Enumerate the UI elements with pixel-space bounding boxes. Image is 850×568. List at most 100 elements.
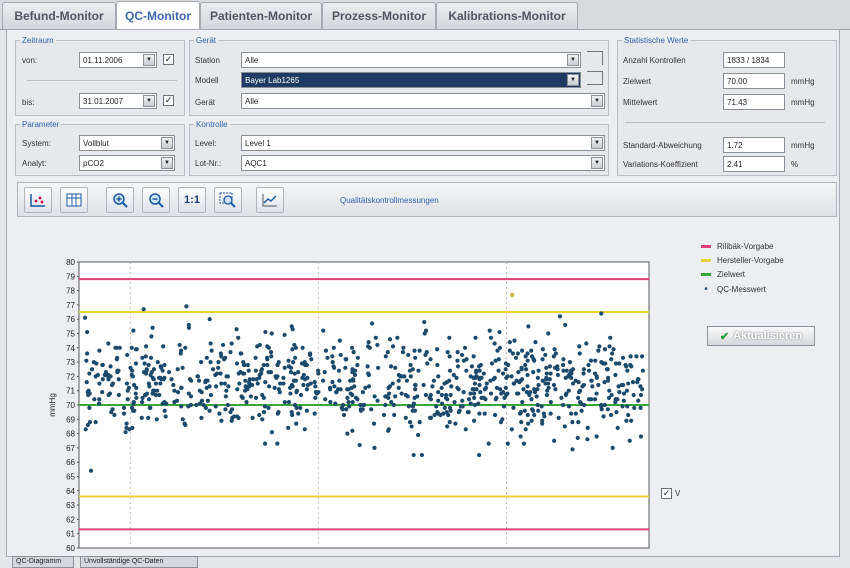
- qc-point: [125, 388, 130, 393]
- legend-swatch-ziel: [701, 273, 711, 276]
- qc-point: [294, 390, 299, 395]
- qc-point: [85, 351, 90, 356]
- qc-point: [620, 404, 625, 409]
- qc-point: [224, 374, 229, 379]
- von-checkbox[interactable]: ✓: [163, 54, 174, 65]
- qc-point: [184, 304, 189, 309]
- qc-point: [204, 355, 209, 360]
- qc-point: [268, 349, 274, 355]
- qc-point: [146, 415, 151, 420]
- qc-point: [146, 362, 151, 368]
- tab-prozess-monitor[interactable]: Prozess-Monitor: [322, 2, 436, 29]
- qc-point: [89, 367, 95, 372]
- qc-point: [346, 400, 351, 405]
- qc-point: [525, 384, 530, 389]
- chevron-down-icon[interactable]: ▼: [591, 137, 603, 149]
- qc-point: [421, 382, 426, 388]
- qc-point: [117, 345, 122, 350]
- qc-point: [589, 397, 594, 402]
- analyt-select[interactable]: pCO2 ▼: [79, 155, 175, 171]
- bottom-tab-unvollstaendige[interactable]: Unvollständige QC-Daten: [80, 556, 198, 568]
- qc-point: [265, 344, 270, 349]
- tab-patienten-monitor[interactable]: Patienten-Monitor: [200, 2, 322, 29]
- chevron-down-icon[interactable]: ▼: [567, 54, 579, 66]
- qc-point: [232, 414, 237, 419]
- chart-scatter-icon[interactable]: [24, 187, 52, 213]
- bracket-icon[interactable]: [587, 51, 603, 65]
- tab-kalibrations-monitor[interactable]: Kalibrations-Monitor: [436, 2, 578, 29]
- qc-point: [464, 368, 469, 373]
- legend-marker-qc: •: [704, 284, 708, 295]
- level-select[interactable]: Level 1 ▼: [241, 135, 605, 151]
- legend-swatch-hersteller: [701, 259, 711, 262]
- modell-select[interactable]: Bayer Lab1265 ▼: [241, 72, 581, 88]
- table-icon[interactable]: [60, 187, 88, 213]
- chevron-down-icon[interactable]: ▼: [591, 95, 603, 107]
- bracket-icon[interactable]: [587, 71, 603, 85]
- bis-date-field[interactable]: 31.01.2007 ▼: [79, 93, 157, 109]
- qc-point: [626, 381, 631, 386]
- qc-point: [476, 452, 482, 458]
- tab-qc-monitor[interactable]: QC-Monitor: [116, 1, 200, 29]
- divider: [625, 122, 825, 123]
- bottom-tab-qc-diagramm[interactable]: QC-Diagramm: [12, 556, 74, 568]
- aktualisieren-button[interactable]: ✔ Aktualisieren: [707, 326, 815, 346]
- geraet-select[interactable]: Alle ▼: [241, 93, 605, 109]
- bis-checkbox[interactable]: ✓: [163, 95, 174, 106]
- v-checkbox[interactable]: ✓: [661, 488, 672, 499]
- qc-point: [552, 365, 558, 370]
- chevron-down-icon[interactable]: ▼: [143, 54, 155, 66]
- von-date-field[interactable]: 01.11.2006 ▼: [79, 52, 157, 68]
- qc-point: [373, 335, 378, 340]
- qc-point: [628, 354, 633, 359]
- qc-point: [259, 368, 264, 373]
- qc-point: [413, 387, 418, 392]
- chevron-down-icon[interactable]: ▼: [567, 74, 579, 86]
- legend-hersteller: Hersteller-Vorgabe: [701, 256, 784, 265]
- chevron-down-icon[interactable]: ▼: [143, 95, 155, 107]
- qc-point: [428, 397, 433, 402]
- qc-point: [477, 411, 482, 416]
- qc-point: [442, 405, 447, 410]
- chevron-down-icon[interactable]: ▼: [161, 137, 173, 149]
- sd-label: Standard-Abweichung: [623, 141, 702, 150]
- zoom-fit-icon[interactable]: [214, 187, 242, 213]
- zoom-out-icon[interactable]: [142, 187, 170, 213]
- qc-point: [125, 397, 130, 402]
- qc-point: [199, 398, 205, 403]
- tab-befund-monitor[interactable]: Befund-Monitor: [2, 2, 116, 29]
- system-select[interactable]: Vollblut ▼: [79, 135, 175, 151]
- qc-point: [442, 381, 447, 386]
- qc-point: [601, 414, 606, 419]
- qc-point: [586, 368, 592, 373]
- qc-point: [615, 425, 620, 430]
- qc-point: [561, 357, 566, 362]
- zoom-in-icon[interactable]: [106, 187, 134, 213]
- chart-line-icon[interactable]: [256, 187, 284, 213]
- lot-select[interactable]: AQC1 ▼: [241, 155, 605, 171]
- analyt-label: Analyt:: [22, 159, 47, 168]
- qc-point: [596, 348, 601, 353]
- qc-point: [416, 368, 421, 373]
- qc-point: [606, 395, 612, 400]
- legend-qc: • QC-Messwert: [701, 284, 766, 295]
- chevron-down-icon[interactable]: ▼: [591, 157, 603, 169]
- y-tick-label: 64: [66, 487, 75, 496]
- qc-point: [186, 322, 191, 328]
- station-select[interactable]: Alle ▼: [241, 52, 581, 68]
- qc-point: [430, 384, 435, 389]
- qc-point: [159, 365, 164, 370]
- qc-point: [141, 307, 146, 312]
- qc-point: [536, 408, 541, 413]
- qc-point: [106, 341, 111, 346]
- qc-point: [290, 412, 295, 418]
- qc-point: [86, 388, 91, 393]
- zoom-reset-icon[interactable]: 1:1: [178, 187, 206, 213]
- qc-point: [100, 362, 105, 368]
- qc-point: [536, 368, 541, 373]
- chevron-down-icon[interactable]: ▼: [161, 157, 173, 169]
- qc-point: [261, 410, 267, 415]
- qc-point: [235, 387, 240, 392]
- qc-point: [375, 342, 380, 348]
- qc-point: [216, 365, 221, 370]
